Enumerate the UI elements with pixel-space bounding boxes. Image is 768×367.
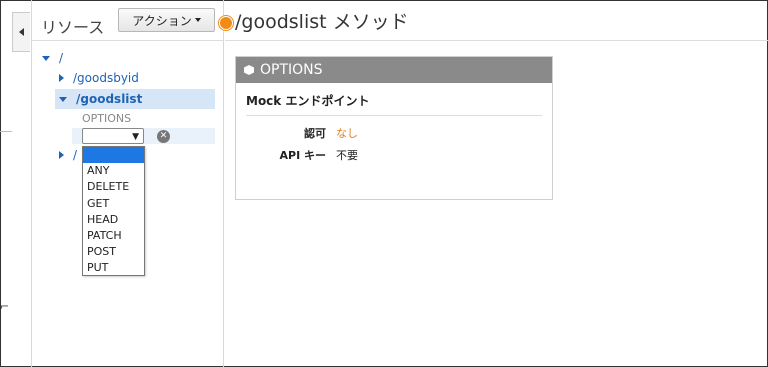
api-key-value: 不要 xyxy=(336,149,358,162)
expand-right-icon xyxy=(59,151,64,159)
tree-node-goodsbyid[interactable]: /goodsbyid xyxy=(59,68,215,88)
method-option-head[interactable]: HEAD xyxy=(83,212,144,228)
method-option-get[interactable]: GET xyxy=(83,196,144,212)
cancel-icon[interactable]: ✕ xyxy=(157,130,170,143)
api-key-key: API キー xyxy=(279,149,327,162)
tree-node-root[interactable]: / xyxy=(42,48,215,68)
actions-button[interactable]: アクション xyxy=(118,8,215,32)
method-option-patch[interactable]: PATCH xyxy=(83,228,144,244)
tree-node-label: / xyxy=(73,148,78,162)
cube-icon xyxy=(244,65,254,75)
chevron-down-icon: ▼ xyxy=(132,132,139,142)
method-option-post[interactable]: POST xyxy=(83,244,144,260)
card-divider xyxy=(246,115,542,116)
main-content: /goodslist メソッド OPTIONS Mock エンドポイント 認可 … xyxy=(219,0,768,367)
card-header-label: OPTIONS xyxy=(260,62,323,78)
panel-divider xyxy=(32,40,223,41)
caret-down-icon xyxy=(194,18,201,22)
page-title: /goodslist メソッド xyxy=(235,11,409,33)
status-dot-icon xyxy=(219,16,233,30)
panel-title: リソース xyxy=(41,18,105,37)
gutter-divider xyxy=(0,131,12,132)
expand-down-icon xyxy=(42,55,50,61)
method-dropdown-list: ANY DELETE GET HEAD PATCH POST PUT xyxy=(82,146,145,276)
content-divider xyxy=(225,40,768,41)
method-select[interactable]: ▼ xyxy=(82,128,144,144)
tree-node-goodslist[interactable]: /goodslist xyxy=(55,89,215,109)
actions-button-label: アクション xyxy=(132,13,192,28)
expand-right-icon xyxy=(59,74,64,82)
chevron-left-icon xyxy=(19,28,24,36)
method-option-put[interactable]: PUT xyxy=(83,260,144,276)
options-method-card: OPTIONS Mock エンドポイント 認可 なし API キー 不要 xyxy=(235,56,553,200)
expand-down-icon xyxy=(59,96,67,102)
collapse-panel-tab[interactable] xyxy=(12,12,30,52)
tree-node-label: / xyxy=(59,51,64,65)
tree-node-label: /goodslist xyxy=(76,92,143,106)
method-option-blank[interactable] xyxy=(83,147,144,164)
cursor-mark: ⌐ xyxy=(0,300,10,313)
method-option-any[interactable]: ANY xyxy=(83,163,144,179)
authorization-key: 認可 xyxy=(304,127,326,140)
card-subtitle: Mock エンドポイント xyxy=(246,94,370,108)
tree-node-label: /goodsbyid xyxy=(73,71,139,85)
card-header: OPTIONS xyxy=(236,57,552,83)
method-option-delete[interactable]: DELETE xyxy=(83,179,144,195)
resource-panel: リソース アクション / /goodsbyid /goodslist OPTIO… xyxy=(31,0,224,367)
method-options-label[interactable]: OPTIONS xyxy=(82,112,131,125)
authorization-value[interactable]: なし xyxy=(336,125,358,141)
left-gutter: ⌐ xyxy=(0,0,12,365)
